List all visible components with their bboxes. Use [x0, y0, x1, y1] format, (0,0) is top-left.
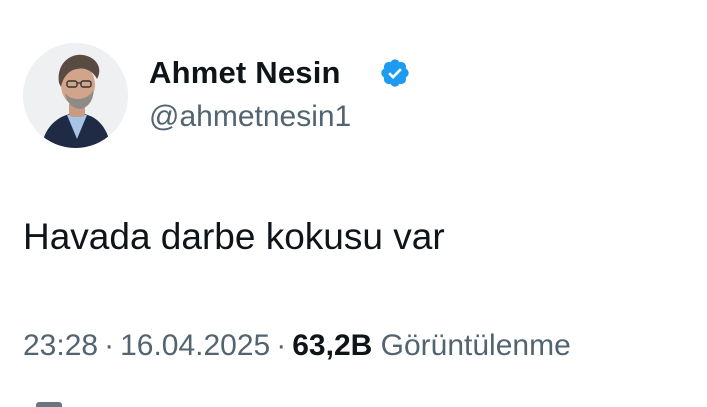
tweet-card: Ahmet Nesin @ahmetnesin1 Havada darbe ko…: [0, 0, 707, 407]
views-label: Görüntülenme: [380, 329, 571, 362]
reply-icon[interactable]: [36, 402, 62, 407]
author-name[interactable]: Ahmet Nesin: [149, 54, 341, 92]
author-handle[interactable]: @ahmetnesin1: [149, 99, 351, 135]
tweet-meta: 23:28 · 16.04.2025 · 63,2B Görüntülenme: [23, 326, 571, 366]
avatar-photo: [23, 43, 128, 148]
views-count: 63,2B: [292, 329, 373, 362]
tweet-date[interactable]: 16.04.2025: [120, 329, 270, 362]
tweet-text: Havada darbe kokusu var: [23, 216, 445, 257]
meta-separator: ·: [276, 329, 287, 362]
meta-separator: ·: [104, 329, 115, 362]
tweet-time[interactable]: 23:28: [23, 329, 98, 362]
avatar[interactable]: [23, 43, 128, 148]
verified-badge-icon: [381, 59, 409, 87]
